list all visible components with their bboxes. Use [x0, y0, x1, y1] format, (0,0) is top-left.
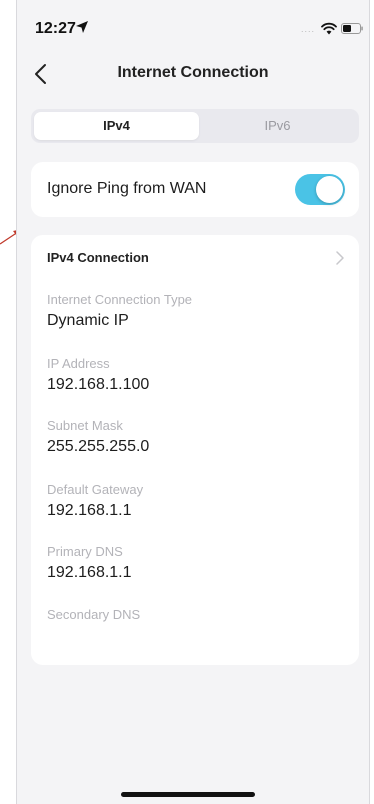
status-bar: 12:27 ....	[17, 0, 369, 60]
primary-dns-field: Primary DNS 192.168.1.1	[47, 544, 132, 582]
connection-type-field: Internet Connection Type Dynamic IP	[47, 292, 192, 330]
field-value: 255.255.255.0	[47, 438, 150, 455]
home-indicator	[121, 792, 255, 797]
ping-setting-card: Ignore Ping from WAN	[31, 162, 359, 217]
field-label: IP Address	[47, 356, 110, 371]
ignore-ping-label: Ignore Ping from WAN	[47, 180, 207, 197]
ipv4-connection-row[interactable]: IPv4 Connection	[31, 235, 359, 281]
field-value: 192.168.1.1	[47, 502, 132, 519]
nav-bar: Internet Connection	[17, 55, 369, 95]
battery-icon	[341, 23, 363, 34]
ip-address-field: IP Address 192.168.1.100	[47, 356, 149, 394]
page-title: Internet Connection	[117, 64, 269, 81]
wifi-icon	[321, 22, 337, 35]
field-label: Internet Connection Type	[47, 292, 193, 307]
ipv4-connection-card: IPv4 Connection Internet Connection Type…	[31, 235, 359, 665]
chevron-right-icon	[336, 251, 344, 265]
field-value: Dynamic IP	[47, 312, 129, 329]
location-arrow-icon	[76, 21, 88, 33]
ignore-ping-toggle[interactable]	[295, 174, 345, 205]
field-label: Secondary DNS	[47, 607, 141, 622]
toggle-knob	[316, 176, 343, 203]
field-label: Default Gateway	[47, 482, 144, 497]
phone-screen: 12:27 .... Internet Connection IPv4 IPv6…	[16, 0, 370, 804]
field-value: 192.168.1.100	[47, 376, 150, 393]
ipv4-connection-title: IPv4 Connection	[47, 250, 149, 265]
tab-ipv6[interactable]: IPv6	[199, 112, 356, 140]
signal-dots: ....	[300, 24, 315, 34]
default-gateway-field: Default Gateway 192.168.1.1	[47, 482, 143, 520]
field-label: Primary DNS	[47, 544, 123, 559]
tab-ipv4[interactable]: IPv4	[34, 112, 199, 140]
ip-version-tabs: IPv4 IPv6	[31, 109, 359, 143]
field-label: Subnet Mask	[47, 418, 123, 433]
status-time: 12:27	[35, 20, 76, 37]
field-value: 192.168.1.1	[47, 564, 132, 581]
subnet-mask-field: Subnet Mask 255.255.255.0	[47, 418, 149, 456]
secondary-dns-field: Secondary DNS	[47, 607, 140, 627]
